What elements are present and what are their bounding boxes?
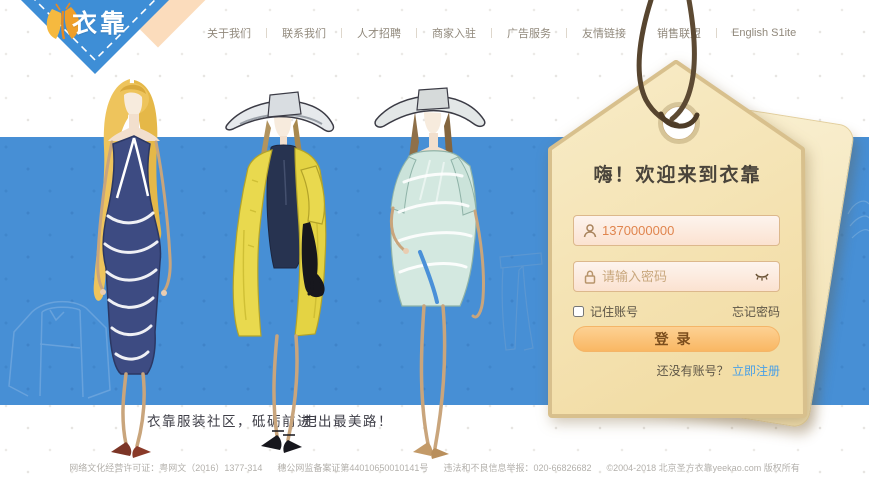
nav-ads[interactable]: 广告服务 xyxy=(492,25,566,41)
remember-label: 记住账号 xyxy=(590,303,638,320)
lock-icon xyxy=(582,269,598,285)
nav-careers[interactable]: 人才招聘 xyxy=(342,25,416,41)
eye-closed-icon[interactable] xyxy=(754,272,770,283)
register-link[interactable]: 立即注册 xyxy=(732,364,780,378)
login-panel: 嗨！欢迎来到衣靠 xyxy=(535,50,865,432)
nav-english-site[interactable]: English S1ite xyxy=(717,27,811,39)
login-landing-page: 关于我们 联系我们 人才招聘 商家入驻 广告服务 友情链接 销售联盟 Engli… xyxy=(0,0,869,487)
footer: 网络文化经营许可证：粤网文（2016）1377-314 穗公网监备案证第4401… xyxy=(0,461,869,474)
footer-license: 网络文化经营许可证：粤网文（2016）1377-314 xyxy=(69,461,262,474)
footer-filing: 穗公网监备案证第44010650010141号 xyxy=(277,461,428,474)
hero-tagline-1: 衣靠服装社区，砥砺前进！ xyxy=(147,410,327,430)
nav-merchant[interactable]: 商家入驻 xyxy=(417,25,491,41)
remember-account[interactable]: 记住账号 xyxy=(573,303,638,320)
top-navigation: 关于我们 联系我们 人才招聘 商家入驻 广告服务 友情链接 销售联盟 Engli… xyxy=(192,24,811,42)
person-icon xyxy=(582,223,598,239)
nav-contact[interactable]: 联系我们 xyxy=(267,25,341,41)
footer-copyright: ©2004-2018 北京圣方衣靠yeekao.com 版权所有 xyxy=(607,461,800,474)
remember-forgot-row: 记住账号 忘记密码 xyxy=(573,303,780,320)
logo-brand-text: 衣靠 xyxy=(72,4,128,40)
account-field xyxy=(573,215,780,246)
brand-logo[interactable]: 衣靠 xyxy=(0,0,210,120)
remember-checkbox[interactable] xyxy=(573,306,584,317)
password-field xyxy=(573,261,780,292)
login-button[interactable]: 登录 xyxy=(573,326,780,352)
forgot-password-link[interactable]: 忘记密码 xyxy=(732,303,780,320)
nav-links[interactable]: 友情链接 xyxy=(567,25,641,41)
login-form: 嗨！欢迎来到衣靠 xyxy=(535,50,865,432)
register-row: 还没有账号？ 立即注册 xyxy=(657,362,780,379)
account-input[interactable] xyxy=(602,216,752,245)
no-account-text: 还没有账号？ xyxy=(657,364,729,378)
login-title: 嗨！欢迎来到衣靠 xyxy=(552,160,803,187)
hero-tagline-2: 走出最美路！ xyxy=(303,410,393,430)
password-input[interactable] xyxy=(602,262,752,291)
footer-report: 违法和不良信息举报：020-66826682 xyxy=(443,461,591,474)
nav-affiliate[interactable]: 销售联盟 xyxy=(642,25,716,41)
